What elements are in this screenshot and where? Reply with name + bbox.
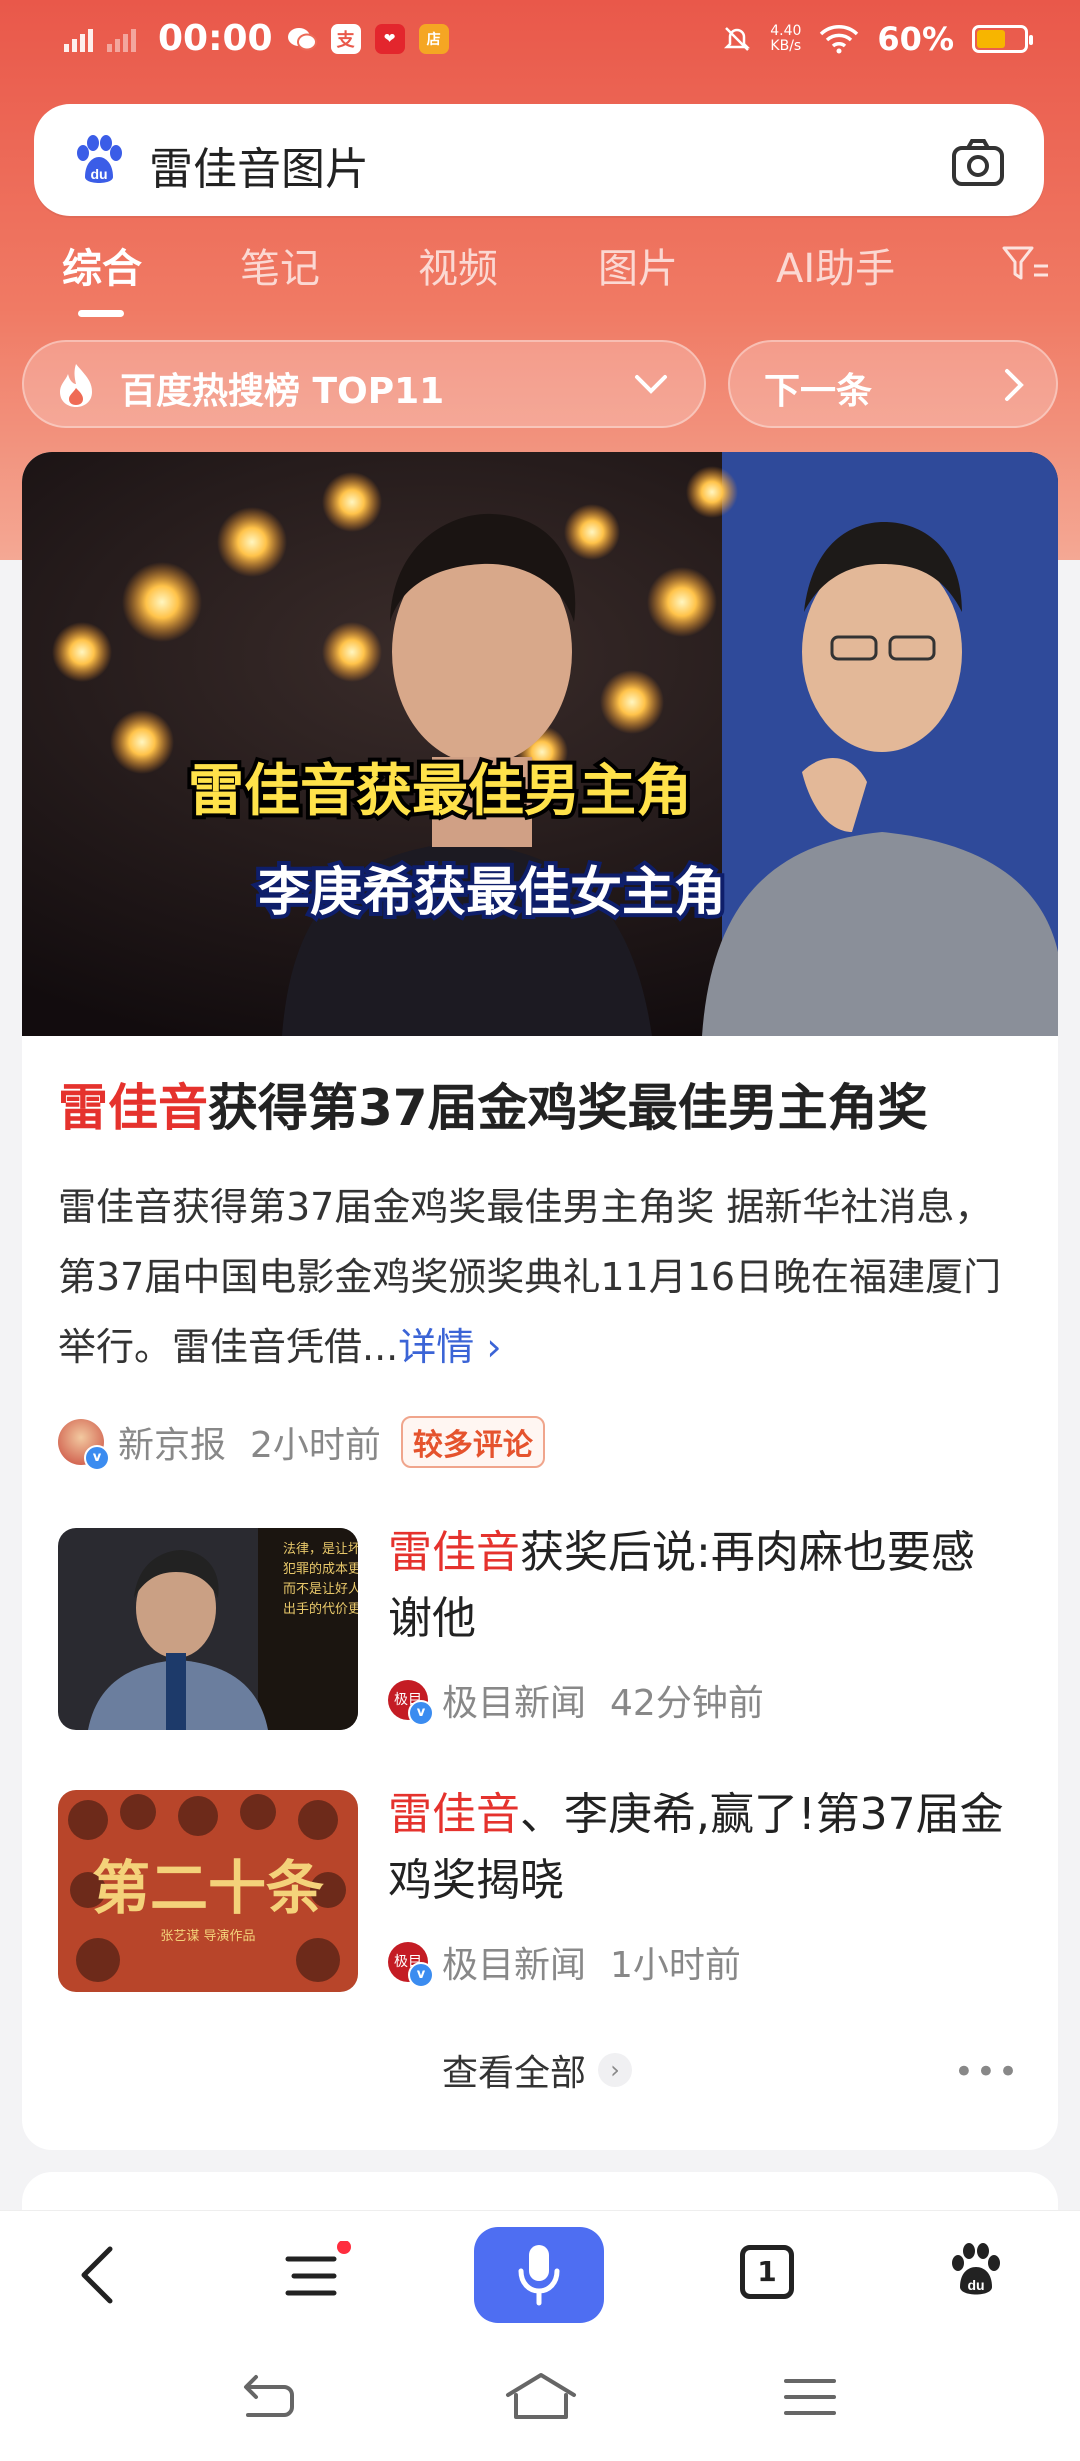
news-meta: 极目 v 极目新闻 1小时前: [388, 1936, 741, 1988]
view-all-label: 查看全部: [442, 2053, 587, 2094]
back-icon[interactable]: [78, 2245, 118, 2305]
system-recents-icon[interactable]: [782, 2377, 838, 2417]
app-icon-2: 店: [418, 23, 449, 54]
menu-icon: [285, 2240, 351, 2296]
next-item-pill[interactable]: 下一条: [728, 340, 1058, 428]
svg-text:而不是让好人: 而不是让好人: [283, 1582, 358, 1597]
headline-summary: 雷佳音获得第37届金鸡奖最佳男主角奖 据新华社消息，第37届中国电影金鸡奖颁奖典…: [58, 1172, 1024, 1382]
source-avatar: 极目 v: [388, 1680, 434, 1726]
news-source[interactable]: 极目新闻: [442, 1674, 586, 1726]
flame-icon: [60, 364, 92, 407]
wifi-icon: [820, 25, 859, 54]
notification-dot: [337, 2240, 351, 2254]
battery-icon: [972, 25, 1033, 53]
view-all-button[interactable]: 查看全部 ›: [442, 2044, 633, 2096]
list-item[interactable]: 法律，是让坏人 犯罪的成本更高 而不是让好人 出手的代价更大 雷佳音获奖后说:再…: [58, 1527, 1024, 1732]
thumb-text: 法律，是让坏人: [283, 1542, 358, 1557]
news-time: 42分钟前: [610, 1683, 764, 1724]
search-box[interactable]: du 雷佳音图片: [34, 104, 1044, 216]
battery-percent: 60%: [877, 20, 954, 58]
app-icon-1: ❤: [374, 23, 405, 54]
clock: 00:00: [158, 18, 273, 59]
chevron-down-icon: [635, 375, 667, 394]
search-input[interactable]: 雷佳音图片: [149, 133, 369, 197]
status-bar: 00:00 支 ❤ 店 4.40 KB/s 60%: [0, 0, 1080, 90]
hero-caption-2: 李庚希获最佳女主角: [258, 863, 726, 923]
hot-search-label: 百度热搜榜 TOP11: [120, 371, 445, 412]
svg-text:犯罪的成本更高: 犯罪的成本更高: [283, 1561, 358, 1577]
news-title[interactable]: 雷佳音、李庚希,赢了!第37届金鸡奖揭晓: [388, 1782, 1008, 1914]
news-title[interactable]: 雷佳音获奖后说:再肉麻也要感谢他: [388, 1520, 1008, 1652]
tab-ai-assistant[interactable]: AI助手: [776, 236, 895, 294]
news-title-highlight: 雷佳音: [388, 1789, 520, 1840]
system-home-icon[interactable]: [504, 2371, 578, 2421]
svg-text:du: du: [90, 166, 107, 182]
hot-search-pill[interactable]: 百度热搜榜 TOP11: [22, 340, 706, 428]
search-tabs: 综合 笔记 视频 图片 AI助手: [0, 236, 1080, 317]
thumb-title: 第二十条: [92, 1854, 324, 1922]
source-avatar: 极目 v: [388, 1942, 434, 1988]
tab-notes[interactable]: 笔记: [240, 236, 320, 294]
tab-video[interactable]: 视频: [418, 236, 498, 294]
active-tab-indicator: [78, 310, 124, 317]
next-item-label: 下一条: [764, 371, 873, 412]
list-item[interactable]: 第二十条 张艺谋 导演作品 雷佳音、李庚希,赢了!第37届金鸡奖揭晓 极目 v 极…: [58, 1789, 1024, 1994]
source-name[interactable]: 新京报: [118, 1416, 226, 1468]
tab-images[interactable]: 图片: [598, 236, 678, 294]
menu-button[interactable]: [282, 2240, 354, 2307]
tab-comprehensive[interactable]: 综合: [62, 236, 142, 294]
baidu-paw-icon: du: [77, 135, 122, 183]
mute-icon: [724, 27, 751, 51]
verified-icon: v: [408, 1962, 434, 1988]
svg-text:du: du: [967, 2277, 984, 2293]
news-thumbnail: 法律，是让坏人 犯罪的成本更高 而不是让好人 出手的代价更大: [58, 1528, 358, 1730]
tab-count: 1: [757, 2255, 777, 2288]
source-avatar: v: [58, 1419, 110, 1471]
news-thumbnail: 第二十条 张艺谋 导演作品: [58, 1790, 358, 1992]
thumb-subtitle: 张艺谋 导演作品: [160, 1928, 255, 1944]
tabs-button[interactable]: 1: [740, 2245, 794, 2299]
more-options-icon[interactable]: •••: [954, 2052, 1020, 2092]
hero-image[interactable]: 雷佳音获最佳男主角 雷佳音获最佳男主角 李庚希获最佳女主角 李庚希获最佳女主角: [22, 452, 1058, 1036]
network-speed: 4.40 KB/s: [770, 23, 802, 54]
headline-highlight: 雷佳音: [58, 1079, 208, 1137]
hot-comments-tag: 较多评论: [400, 1416, 545, 1468]
baidu-paw-icon[interactable]: du: [948, 2241, 1004, 2301]
headline-meta: v 新京报 2小时前 较多评论: [58, 1414, 545, 1471]
svg-text:出手的代价更大: 出手的代价更大: [283, 1601, 358, 1617]
details-link[interactable]: 详情 ›: [398, 1325, 501, 1369]
publish-time: 2小时前: [250, 1425, 381, 1466]
news-time: 1小时前: [610, 1945, 741, 1986]
news-card: 雷佳音获最佳男主角 雷佳音获最佳男主角 李庚希获最佳女主角 李庚希获最佳女主角 …: [22, 452, 1058, 2150]
headline[interactable]: 雷佳音获得第37届金鸡奖最佳男主角奖: [58, 1068, 1038, 1140]
signal-2-icon: [107, 26, 136, 52]
microphone-icon: [518, 2245, 560, 2306]
signal-icon: [64, 26, 93, 52]
hero-caption-1: 雷佳音获最佳男主角: [188, 759, 692, 824]
system-back-icon[interactable]: [240, 2373, 296, 2423]
verified-icon: v: [408, 1700, 434, 1726]
alipay-icon: 支: [330, 23, 361, 54]
headline-rest: 获得第37届金鸡奖最佳男主角奖: [208, 1079, 928, 1137]
news-source[interactable]: 极目新闻: [442, 1936, 586, 1988]
bottom-bar: 1 du: [0, 2210, 1080, 2461]
voice-search-button[interactable]: [474, 2227, 604, 2323]
summary-text: 雷佳音获得第37届金鸡奖最佳男主角奖 据新华社消息，第37届中国电影金鸡奖颁奖典…: [58, 1185, 1002, 1369]
camera-icon[interactable]: [951, 137, 1005, 187]
verified-icon: v: [84, 1445, 110, 1471]
news-title-highlight: 雷佳音: [388, 1527, 520, 1578]
chevron-right-icon: ›: [598, 2053, 633, 2087]
chevron-right-icon: [1005, 369, 1024, 401]
news-meta: 极目 v 极目新闻 42分钟前: [388, 1674, 764, 1726]
wechat-icon: [287, 24, 317, 54]
filter-icon[interactable]: [1002, 244, 1050, 284]
